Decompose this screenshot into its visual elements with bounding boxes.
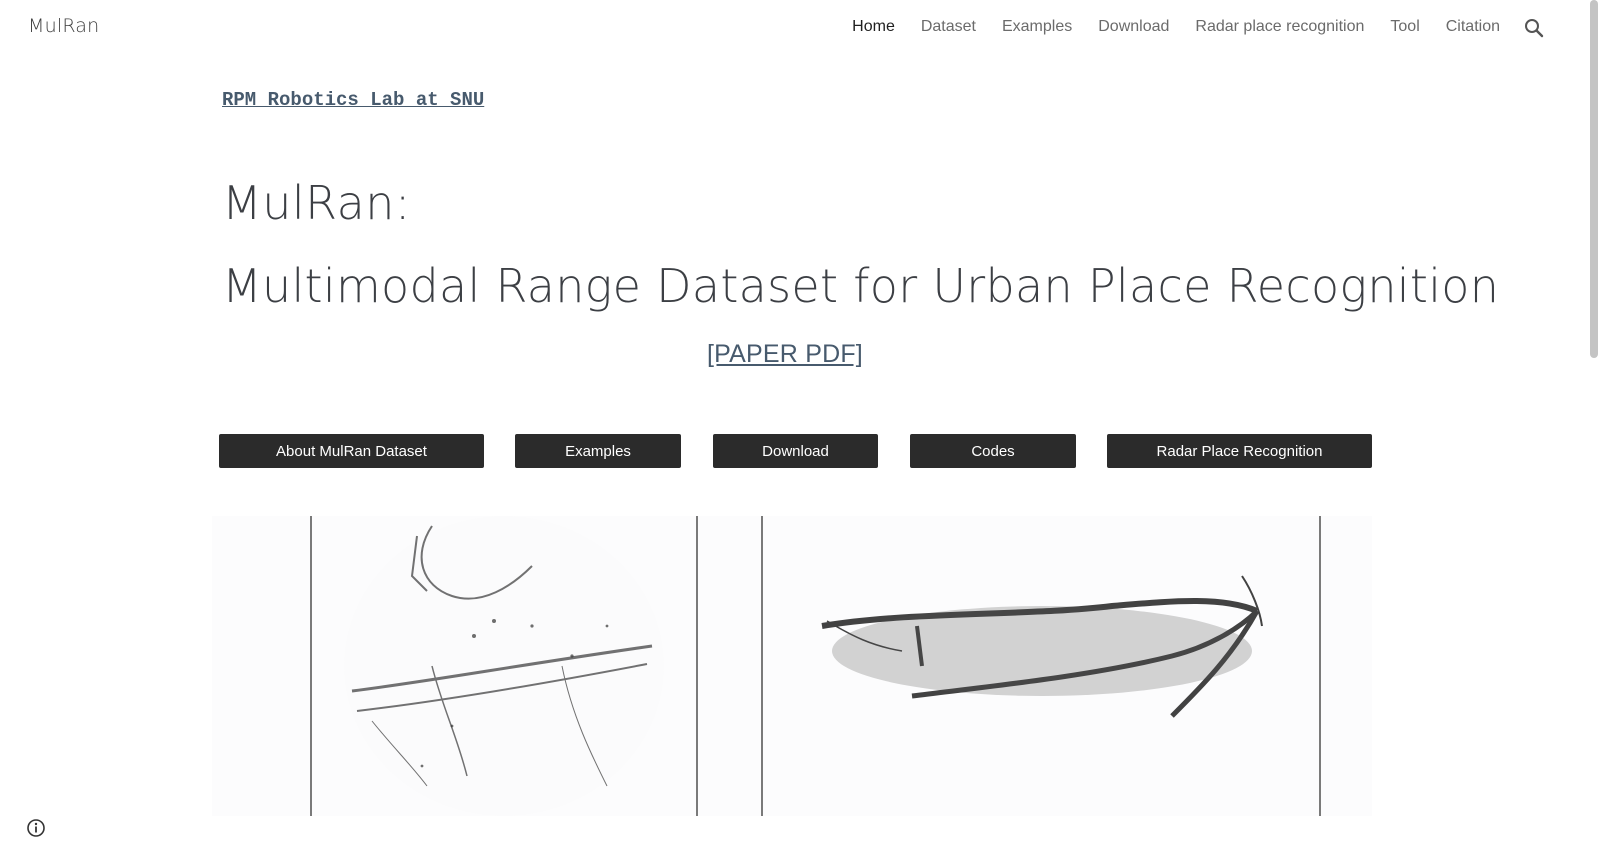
page-subtitle: Multimodal Range Dataset for Urban Place… bbox=[222, 259, 1500, 313]
paper-pdf-link[interactable]: [PAPER PDF] bbox=[707, 340, 863, 369]
top-nav: Home Dataset Examples Download Radar pla… bbox=[852, 18, 1500, 36]
nav-item-dataset[interactable]: Dataset bbox=[921, 18, 976, 36]
radar-place-recognition-button[interactable]: Radar Place Recognition bbox=[1107, 434, 1372, 468]
download-button[interactable]: Download bbox=[713, 434, 878, 468]
page-title: MulRan: bbox=[222, 176, 411, 230]
nav-item-tool[interactable]: Tool bbox=[1390, 18, 1419, 36]
site-info-button[interactable] bbox=[26, 818, 46, 838]
nav-item-home[interactable]: Home bbox=[852, 18, 895, 36]
nav-item-radar-place-recognition[interactable]: Radar place recognition bbox=[1195, 18, 1364, 36]
about-dataset-button[interactable]: About MulRan Dataset bbox=[219, 434, 484, 468]
lab-link[interactable]: RPM Robotics Lab at SNU bbox=[222, 89, 484, 111]
site-name[interactable]: MulRan bbox=[28, 15, 99, 37]
page: MulRan Home Dataset Examples Download Ra… bbox=[0, 0, 1600, 861]
radar-map-image bbox=[310, 516, 1321, 816]
nav-item-examples[interactable]: Examples bbox=[1002, 18, 1072, 36]
examples-button[interactable]: Examples bbox=[515, 434, 681, 468]
nav-item-download[interactable]: Download bbox=[1098, 18, 1169, 36]
search-button[interactable] bbox=[1522, 16, 1546, 40]
codes-button[interactable]: Codes bbox=[910, 434, 1076, 468]
search-icon bbox=[1525, 19, 1544, 38]
scrollbar[interactable] bbox=[1568, 0, 1600, 861]
scrollbar-thumb[interactable] bbox=[1590, 0, 1598, 358]
nav-item-citation[interactable]: Citation bbox=[1446, 18, 1500, 36]
info-icon bbox=[27, 819, 45, 837]
dataset-image-strip bbox=[212, 516, 1372, 816]
